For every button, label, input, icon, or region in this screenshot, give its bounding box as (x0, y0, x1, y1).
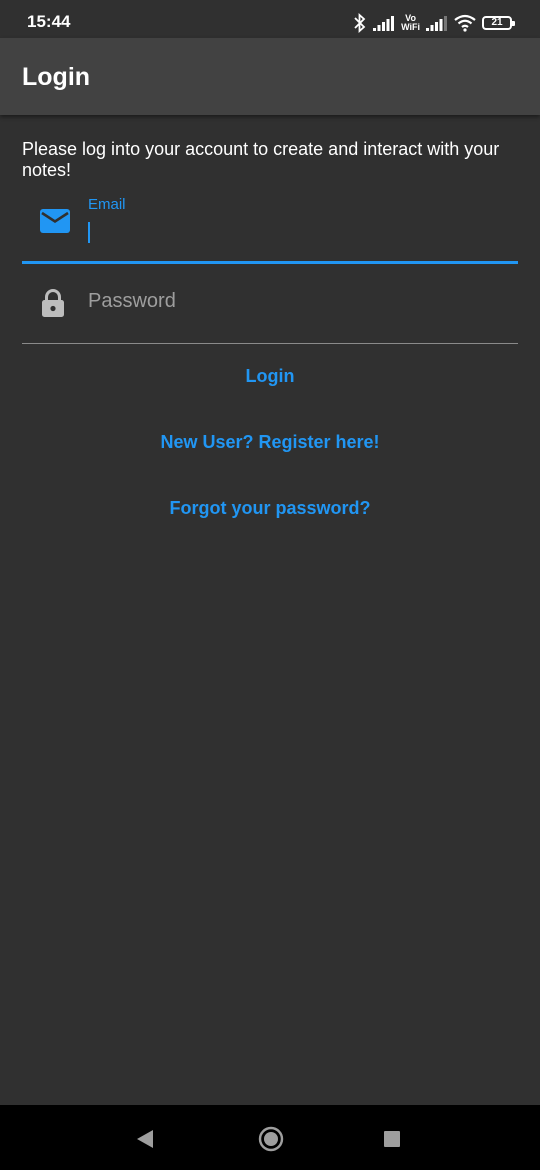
bluetooth-icon (354, 13, 366, 33)
mail-icon (40, 209, 70, 238)
email-field[interactable]: Email (22, 190, 518, 264)
password-field[interactable]: Password (22, 270, 518, 344)
status-time: 15:44 (27, 12, 71, 31)
password-underline (22, 343, 518, 344)
password-placeholder: Password (88, 290, 176, 312)
forgot-password-link[interactable]: Forgot your password? (0, 498, 540, 519)
page-title: Login (22, 63, 91, 91)
status-icons: Vo WiFi 21 (353, 10, 515, 36)
vowifi-indicator: Vo WiFi (401, 14, 420, 32)
system-nav-bar (0, 1105, 540, 1170)
text-cursor (88, 222, 90, 243)
lock-icon (40, 288, 66, 323)
email-label: Email (88, 196, 126, 213)
status-bar: 15:44 Vo WiFi 21 (0, 0, 540, 38)
home-icon[interactable] (258, 1126, 284, 1157)
wifi-icon (454, 14, 476, 32)
vowifi-bottom: WiFi (401, 22, 420, 32)
login-button[interactable]: Login (0, 366, 540, 387)
register-link[interactable]: New User? Register here! (0, 432, 540, 453)
intro-text: Please log into your account to create a… (22, 139, 500, 180)
recents-icon[interactable] (383, 1130, 401, 1153)
battery-indicator: 21 (482, 16, 515, 30)
email-underline (22, 261, 518, 264)
signal-icon (373, 16, 395, 31)
back-icon[interactable] (136, 1129, 154, 1154)
signal-icon-2 (426, 16, 447, 31)
app-bar: Login (0, 38, 540, 115)
